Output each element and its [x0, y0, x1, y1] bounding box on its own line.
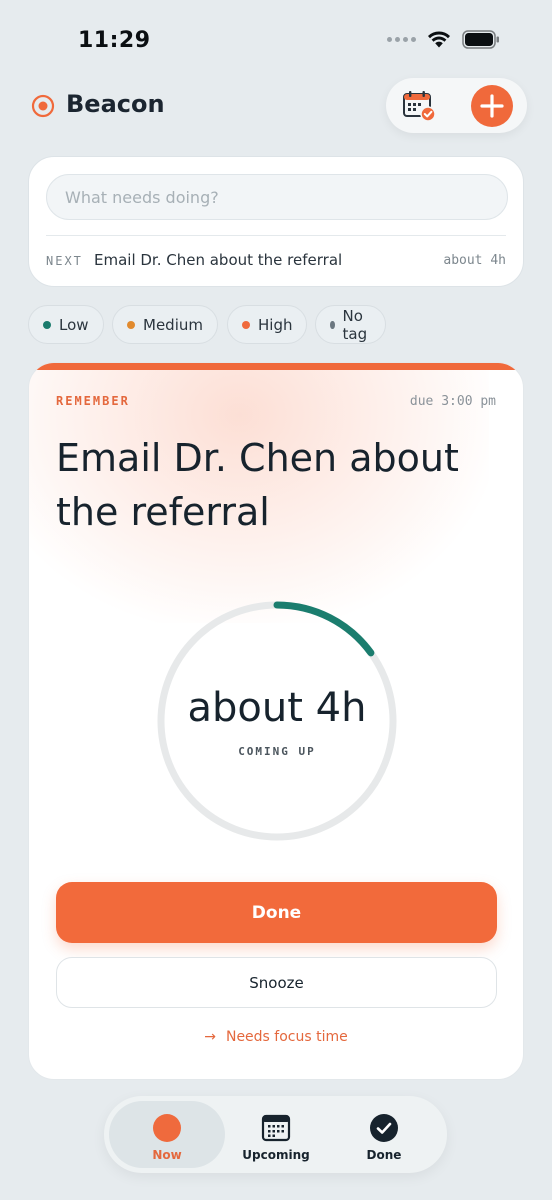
tag-dot: [127, 320, 135, 329]
ring-value: about 4h: [187, 685, 367, 731]
divider: [46, 235, 506, 236]
calendar-check-icon: [403, 91, 436, 122]
calendar-icon: [261, 1114, 291, 1142]
focus-task-title: Email Dr. Chen about the referral: [56, 436, 459, 534]
status-icons: [387, 30, 500, 49]
remember-label: REMEMBER: [56, 394, 130, 408]
status-bar: 11:29: [0, 0, 552, 80]
tag-label: Medium: [143, 315, 203, 334]
tab-label: Done: [366, 1148, 402, 1162]
arrow-right-icon: →: [204, 1029, 216, 1045]
app-header: Beacon: [0, 78, 552, 134]
due-time: due 3:00 pm: [409, 394, 496, 409]
needs-focus-label: Needs focus time: [225, 1029, 348, 1045]
focus-card: REMEMBER due 3:00 pm Email Dr. Chen abou…: [28, 362, 524, 1080]
tag-dot: [330, 320, 335, 329]
tag-no-tag[interactable]: No tag: [315, 305, 386, 344]
done-button[interactable]: Done: [56, 882, 497, 943]
composer-card: NEXT Email Dr. Chen about the referral a…: [28, 156, 524, 287]
tag-label: No tag: [342, 306, 368, 343]
header-actions: [386, 78, 527, 133]
calendar-button[interactable]: [402, 90, 436, 122]
tag-dot: [43, 320, 51, 329]
now-dot-icon: [153, 1114, 181, 1142]
status-time: 11:29: [78, 28, 151, 53]
tab-label: Now: [152, 1148, 182, 1162]
beacon-logo-icon: [31, 94, 55, 118]
snooze-button[interactable]: Snooze: [56, 957, 497, 1008]
tag-dot: [242, 320, 250, 329]
tab-upcoming[interactable]: Upcoming: [218, 1101, 334, 1168]
tag-medium[interactable]: Medium: [112, 305, 218, 344]
plus-icon: [480, 94, 504, 118]
add-task-button[interactable]: [471, 85, 513, 127]
app-title: Beacon: [66, 90, 165, 118]
tag-low[interactable]: Low: [28, 305, 104, 344]
tab-now[interactable]: Now: [109, 1101, 225, 1168]
card-accent-bar: [29, 363, 523, 370]
task-input[interactable]: [46, 174, 508, 220]
check-circle-icon: [370, 1114, 398, 1142]
ring-caption: COMING UP: [238, 745, 316, 758]
tab-done[interactable]: Done: [326, 1101, 442, 1168]
countdown-ring: about 4h COMING UP: [155, 599, 399, 843]
next-task-eta: about 4h: [443, 253, 506, 268]
needs-focus-link[interactable]: → Needs focus time: [29, 1029, 523, 1045]
battery-icon: [462, 30, 499, 49]
bottom-tab-bar: Now Upcoming Done: [104, 1096, 447, 1173]
tab-label: Upcoming: [242, 1148, 310, 1162]
tag-label: High: [258, 315, 293, 334]
next-task-title[interactable]: Email Dr. Chen about the referral: [94, 251, 342, 269]
wifi-icon: [428, 31, 450, 48]
next-label: NEXT: [46, 254, 83, 268]
tag-high[interactable]: High: [227, 305, 308, 344]
signal-icon: [387, 37, 416, 42]
tag-label: Low: [59, 315, 89, 334]
